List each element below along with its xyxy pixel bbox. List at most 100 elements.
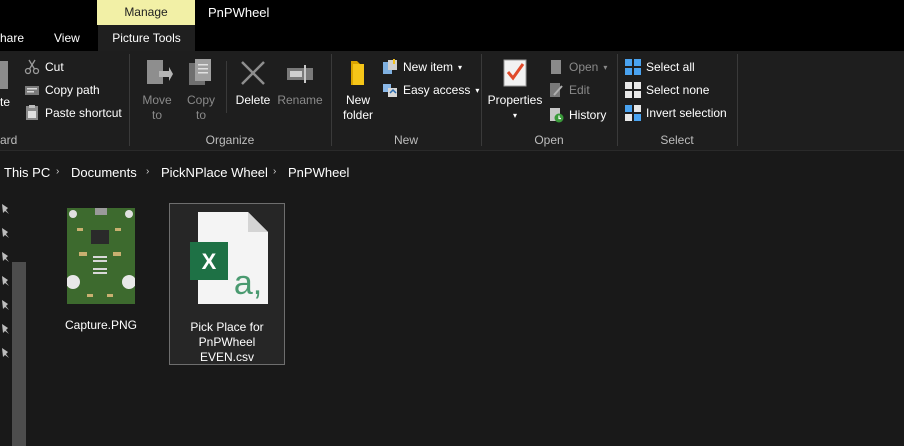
paste-button[interactable]: te [0,59,14,110]
open-label: Open [569,60,599,74]
nav-scrollbar[interactable] [12,262,26,446]
select-all-button[interactable]: Select all [625,57,695,77]
paste-shortcut-label: Paste shortcut [45,106,122,120]
clipboard-group-label: ard [0,133,18,147]
rename-label: Rename [277,93,323,107]
pin-icon[interactable] [0,347,10,359]
edit-label: Edit [569,83,590,97]
history-button[interactable]: History [548,105,606,125]
copy-to-button[interactable]: Copy to [180,57,222,123]
paste-shortcut-button[interactable]: Paste shortcut [24,103,122,123]
edit-button[interactable]: Edit [548,80,590,100]
organize-inner-separator [226,61,227,113]
copy-path-label: Copy path [45,83,100,97]
rename-icon [287,65,313,83]
open-button[interactable]: Open ▾ [548,57,607,77]
content-area: Capture.PNG X a, Pick Place for PnPWheel… [0,192,904,446]
organize-group-label: Organize [205,133,255,147]
pcb-thumbnail-icon [66,208,136,304]
open-group-label: Open [534,133,564,147]
file-item-csv[interactable]: X a, Pick Place for PnPWheel EVEN.csv [169,203,285,365]
title-bar: Manage PnPWheel [0,0,904,25]
open-group: Properties ▾ Open ▾ Edit History Open [482,51,616,150]
cut-button[interactable]: Cut [24,57,64,77]
svg-text:X: X [202,249,217,274]
copy-to-icon [189,59,211,85]
easy-access-label: Easy access [403,83,471,97]
invert-selection-icon [625,105,641,121]
clipboard-group: te Cut Copy path Paste shortcut ard [0,51,128,150]
organize-group: Move to Copy to Delete Rename Organize [130,51,330,150]
new-folder-label: New [345,93,370,107]
pin-icon[interactable] [0,251,10,263]
file-name: Capture.PNG [64,318,138,332]
pin-icon[interactable] [0,299,10,311]
move-to-icon [147,60,173,84]
pin-icon[interactable] [0,203,10,215]
select-all-icon [625,59,641,75]
history-label: History [569,108,607,122]
chevron-down-icon: ▾ [603,62,608,72]
ribbon: te Cut Copy path Paste shortcut ard Move… [0,51,904,150]
edit-pencil-icon [550,83,563,97]
easy-access-button[interactable]: Easy access ▾ [382,80,479,100]
chevron-right-icon[interactable]: › [56,166,59,177]
file-item-capture[interactable]: Capture.PNG [43,203,159,333]
excel-csv-icon: X a, [190,212,268,304]
pin-icon[interactable] [0,275,10,287]
invert-selection-label: Invert selection [646,106,727,120]
file-list: Capture.PNG X a, Pick Place for PnPWheel… [27,192,904,446]
navigation-pane [0,192,27,446]
rename-button[interactable]: Rename [276,57,324,108]
address-bar[interactable]: This PC › Documents › PickNPlace Wheel ›… [0,150,904,192]
tab-picture-tools[interactable]: Picture Tools [98,25,195,51]
properties-button[interactable]: Properties ▾ [486,57,544,123]
delete-label: Delete [235,93,271,107]
paste-label: te [0,95,11,109]
move-to-button[interactable]: Move to [136,57,178,123]
tab-view[interactable]: View [54,31,80,45]
pin-icon[interactable] [0,227,10,239]
ribbon-tabs: hare View Picture Tools [0,25,904,51]
select-group: Select all Select none Invert selection … [618,51,736,150]
properties-label: Properties [487,93,543,107]
window-title: PnPWheel [208,5,270,20]
pin-icon[interactable] [0,323,10,335]
delete-button[interactable]: Delete [232,57,274,108]
history-icon [550,108,564,123]
breadcrumb-documents[interactable]: Documents [71,165,137,180]
easy-access-icon [383,84,397,97]
chevron-right-icon[interactable]: › [273,166,276,177]
new-group: New folder New item ▾ Easy access ▾ New [332,51,480,150]
clipboard-icon [0,61,8,89]
new-folder-button[interactable]: New folder [338,57,378,123]
select-none-icon [625,82,641,98]
chevron-down-icon: ▾ [475,85,480,95]
breadcrumb-this-pc[interactable]: This PC [4,165,50,180]
ribbon-separator [737,54,738,146]
tab-manage[interactable]: Manage [97,0,195,25]
new-item-button[interactable]: New item ▾ [382,57,462,77]
breadcrumb-pnpwheel[interactable]: PnPWheel [288,165,349,180]
new-item-icon [383,59,397,74]
breadcrumb-picknplace-wheel[interactable]: PickNPlace Wheel [161,165,268,180]
move-to-label: Move [142,93,172,107]
chevron-right-icon[interactable]: › [146,166,149,177]
new-group-label: New [393,133,418,147]
copy-path-icon [25,86,39,95]
folder-icon [351,61,364,85]
open-file-icon [551,60,561,74]
chevron-down-icon: ▾ [458,62,463,72]
select-none-button[interactable]: Select none [625,80,709,100]
new-item-label: New item [403,60,454,74]
chevron-down-icon: ▾ [512,111,517,120]
copy-path-button[interactable]: Copy path [24,80,100,100]
copy-to-label-2: to [195,108,206,122]
invert-selection-button[interactable]: Invert selection [625,103,727,123]
select-none-label: Select none [646,83,710,97]
tab-share[interactable]: hare [0,31,24,45]
scissors-icon [24,59,40,75]
new-folder-label-2: folder [342,108,374,122]
copy-to-label: Copy [186,93,215,107]
select-all-label: Select all [646,60,695,74]
